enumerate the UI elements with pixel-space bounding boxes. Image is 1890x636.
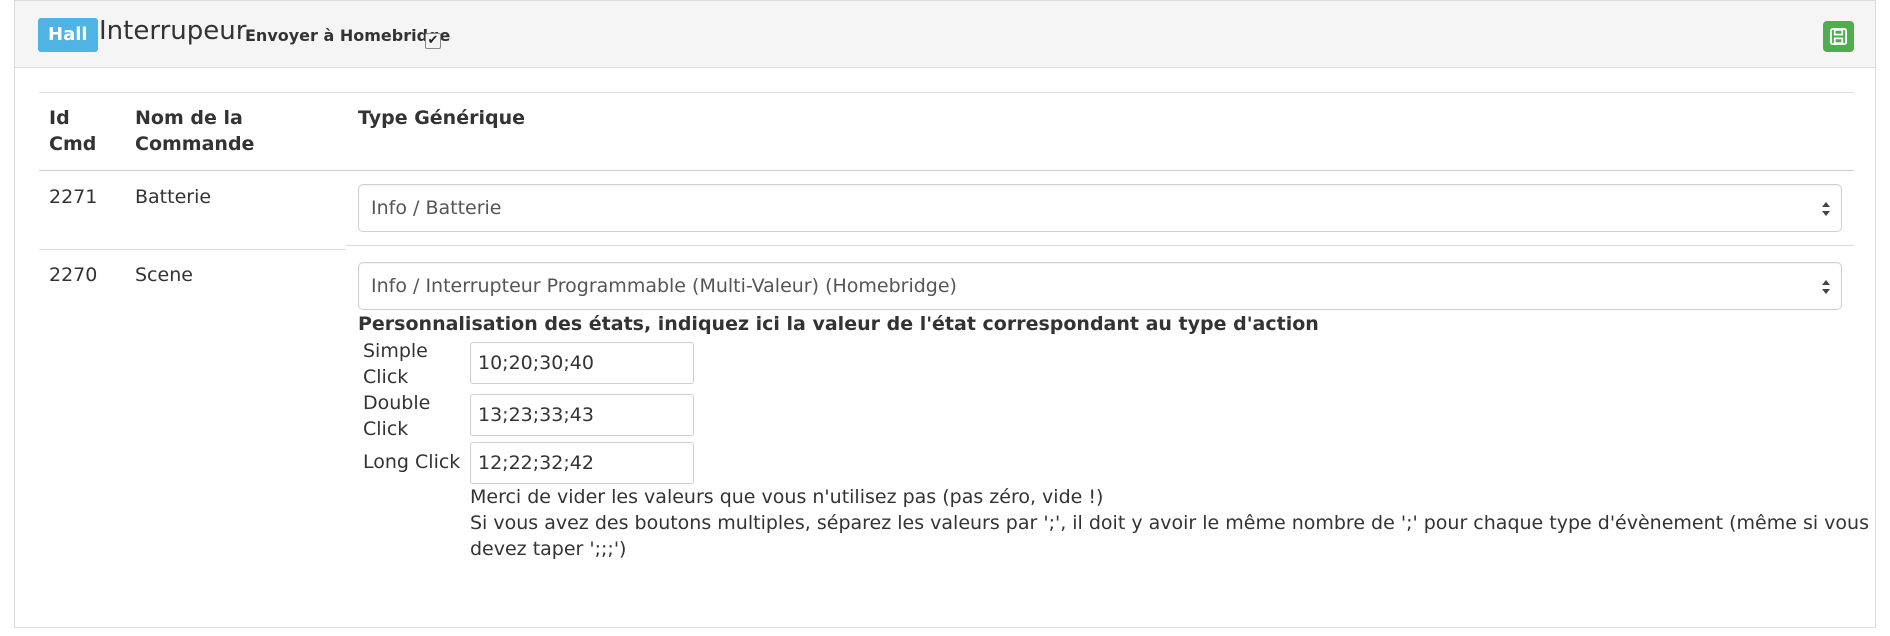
homebridge-label: Envoyer à Homebridge: [245, 26, 451, 45]
double-click-input[interactable]: 13;23;33;43: [470, 394, 694, 436]
generic-type-select[interactable]: Info / Batterie: [358, 184, 1842, 232]
floppy-disk-icon: [1829, 27, 1848, 46]
help-text-line3: devez taper ';;;'): [470, 538, 627, 560]
table-row-id: 2271: [49, 186, 98, 208]
help-text-line1: Merci de vider les valeurs que vous n'ut…: [470, 486, 1104, 508]
column-header-id: Id Cmd: [49, 107, 97, 155]
room-badge: Hall: [38, 18, 98, 52]
save-button[interactable]: [1823, 21, 1854, 52]
long-click-input[interactable]: 12;22;32;42: [470, 442, 694, 484]
simple-click-label: Simple Click: [363, 340, 428, 388]
help-text-line2: Si vous avez des boutons multiples, sépa…: [470, 512, 1869, 534]
table-row-id: 2270: [49, 264, 98, 286]
table-row-name: Scene: [135, 264, 193, 286]
row-divider-left: [39, 249, 346, 250]
double-click-label: Double Click: [363, 392, 431, 440]
column-header-type: Type Générique: [358, 107, 525, 129]
select-value: Info / Batterie: [371, 197, 502, 219]
table-row-name: Batterie: [135, 186, 212, 208]
long-click-label: Long Click: [363, 451, 461, 473]
select-arrows-icon: [1822, 280, 1830, 294]
column-header-name: Nom de la Commande: [135, 107, 255, 155]
simple-click-input[interactable]: 10;20;30;40: [470, 342, 694, 384]
generic-type-select[interactable]: Info / Interrupteur Programmable (Multi-…: [358, 262, 1842, 310]
device-title: Interrupeur: [99, 16, 247, 46]
table-top-rule: [39, 92, 1854, 93]
homebridge-checkbox[interactable]: ✔: [425, 33, 441, 49]
personalisation-title: Personnalisation des états, indiquez ici…: [358, 313, 1319, 335]
equipment-panel: Hall Interrupeur Envoyer à Homebridge ✔ …: [0, 0, 1890, 636]
header-bottom-rule: [39, 170, 1854, 171]
row-divider-right: [346, 245, 1854, 246]
select-arrows-icon: [1822, 202, 1830, 216]
select-value: Info / Interrupteur Programmable (Multi-…: [371, 275, 957, 297]
